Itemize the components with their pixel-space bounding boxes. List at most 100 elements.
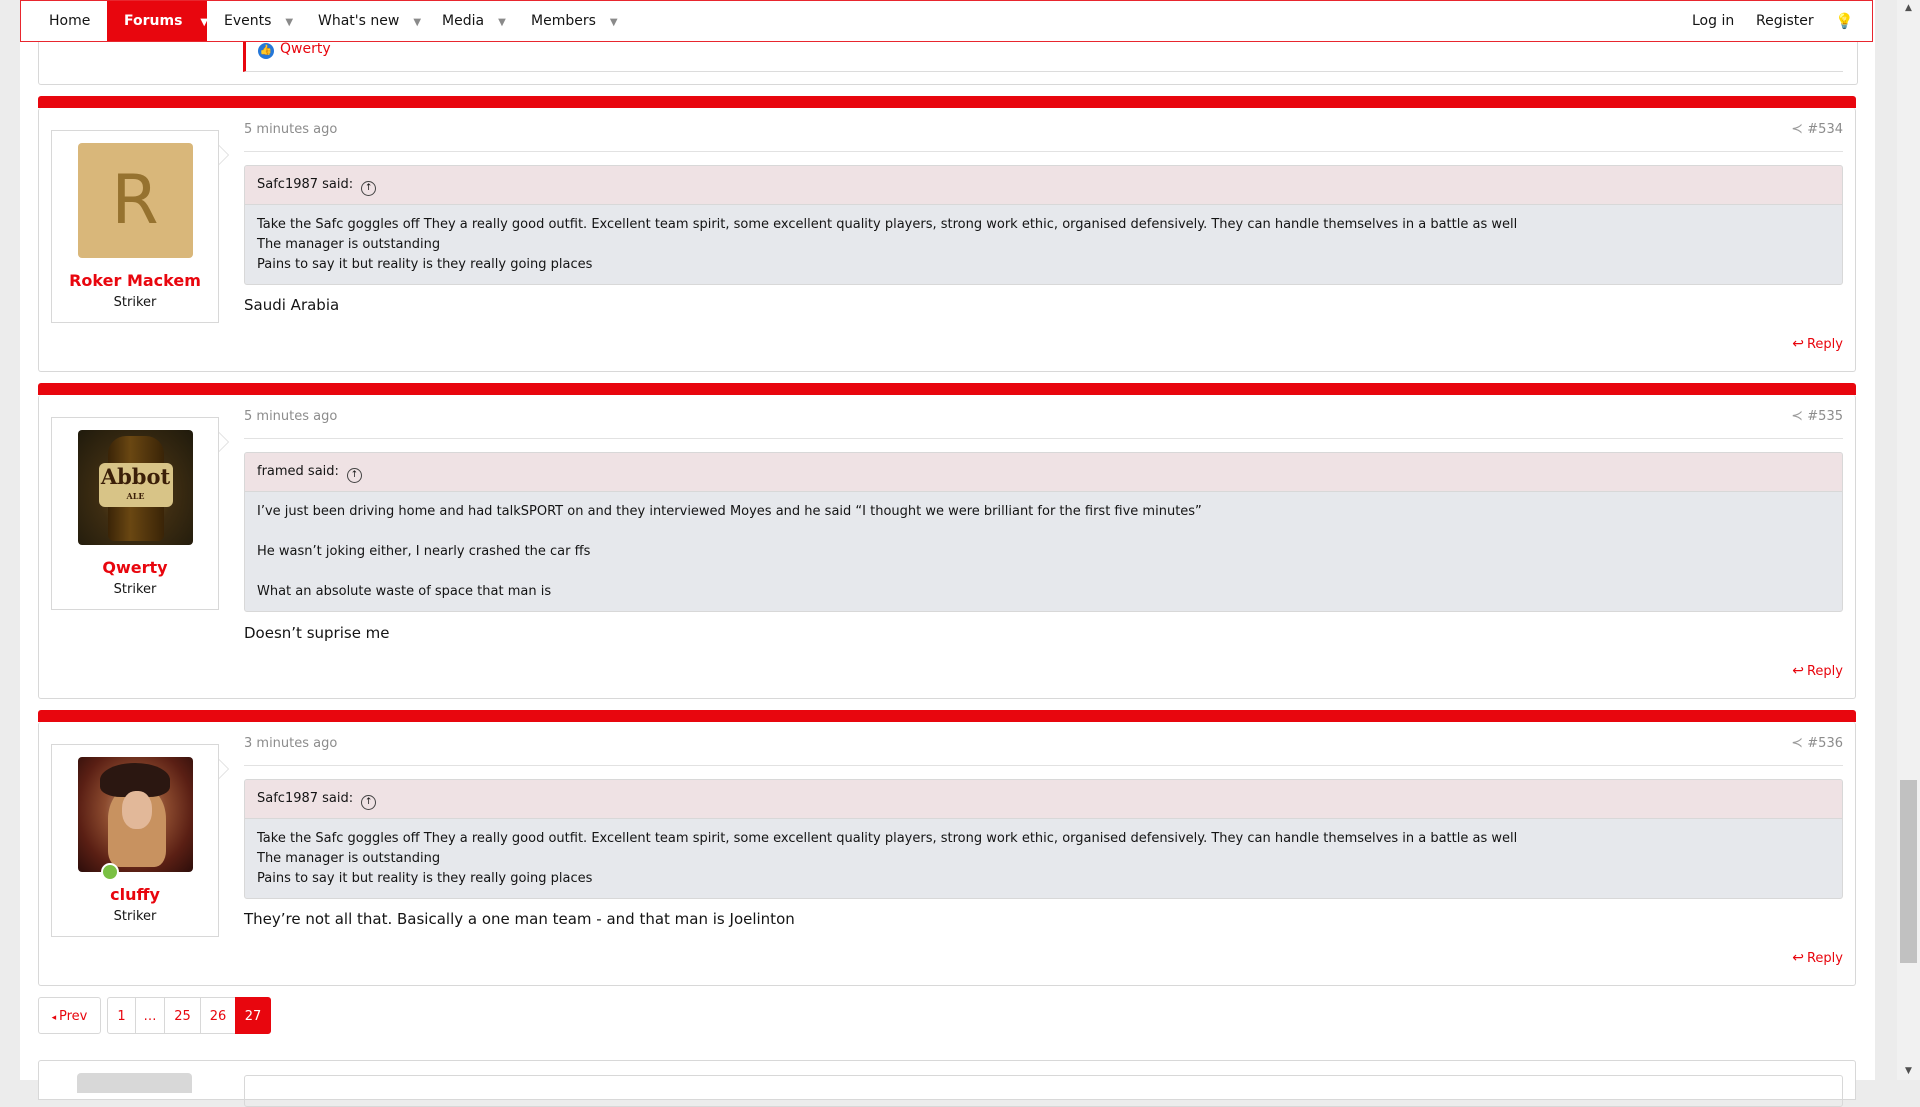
prev-page-button[interactable]: ◂ Prev — [38, 997, 101, 1034]
vertical-scrollbar[interactable]: ▲ ▼ — [1897, 0, 1920, 1080]
quote-line: The manager is outstanding — [257, 237, 441, 252]
page-link[interactable]: 25 — [164, 997, 201, 1034]
quote-header[interactable]: Safc1987 said: ↑ — [245, 166, 1842, 205]
arrow-up-circle-icon[interactable]: ↑ — [361, 181, 377, 196]
post-date[interactable]: 5 minutes ago — [244, 409, 337, 424]
nav-whats-new-label[interactable]: What's new — [318, 13, 399, 29]
reply-icon[interactable]: ↩ — [1792, 950, 1804, 966]
quote-line: Take the Safc goggles off They a really … — [257, 217, 1518, 232]
divider — [244, 765, 1843, 766]
register-link[interactable]: Register — [1756, 1, 1814, 41]
nav-whats-new[interactable]: What's new ▼ — [318, 1, 421, 41]
arrow-up-circle-icon[interactable]: ↑ — [361, 795, 377, 810]
quote-block: Safc1987 said: ↑ Take the Safc goggles of… — [244, 779, 1843, 899]
avatar[interactable]: R — [77, 143, 193, 258]
post-accent-bar — [38, 383, 1856, 395]
quote-block: Safc1987 said: ↑ Take the Safc goggles of… — [244, 165, 1843, 285]
post-body: They’re not all that. Basically a one ma… — [244, 910, 795, 928]
quote-header[interactable]: framed said: ↑ — [245, 453, 1842, 492]
bottle-label-subtext: ALE — [126, 491, 145, 501]
quote-body: Take the Safc goggles off They a really … — [245, 819, 1842, 898]
post: cluffy Striker 3 minutes ago ≺ #536 Safc… — [38, 710, 1856, 986]
post-number[interactable]: #535 — [1807, 409, 1843, 424]
nav-members[interactable]: Members ▼ — [531, 1, 618, 41]
user-info: Abbot ALE Qwerty Striker — [51, 417, 229, 610]
nav-media[interactable]: Media ▼ — [442, 1, 506, 41]
divider — [244, 438, 1843, 439]
post-date[interactable]: 5 minutes ago — [244, 122, 337, 137]
avatar — [77, 1073, 192, 1093]
chevron-down-icon[interactable]: ▼ — [413, 17, 421, 28]
post-accent-bar — [38, 710, 1856, 722]
bottle-label: Abbot ALE — [98, 463, 173, 507]
nav-members-label[interactable]: Members — [531, 13, 596, 29]
quote-line: Take the Safc goggles off They a really … — [257, 831, 1518, 846]
reaction-user-link[interactable]: Qwerty — [280, 41, 331, 57]
chevron-down-icon[interactable]: ▼ — [200, 17, 208, 28]
bottle-label-text: Abbot — [100, 464, 171, 489]
nav-forums-label[interactable]: Forums — [124, 13, 182, 29]
user-title: Striker — [113, 909, 157, 924]
quote-header[interactable]: Safc1987 said: ↑ — [245, 780, 1842, 819]
reply-button[interactable]: ↩ Reply — [1792, 663, 1843, 679]
online-status-icon — [101, 863, 119, 881]
current-page[interactable]: 27 — [235, 997, 271, 1034]
share-icon[interactable]: ≺ — [1791, 408, 1803, 424]
chevron-down-icon[interactable]: ▼ — [498, 17, 506, 28]
reply-button[interactable]: ↩ Reply — [1792, 950, 1843, 966]
quote-line: Pains to say it but reality is they real… — [257, 871, 593, 886]
prev-page-label[interactable]: Prev — [59, 1009, 87, 1024]
scroll-up-arrow-icon[interactable]: ▲ — [1897, 0, 1920, 17]
like-icon: 👍 — [258, 43, 274, 59]
username[interactable]: Roker Mackem — [52, 271, 218, 290]
user-title: Striker — [113, 582, 157, 597]
quote-line: He wasn’t joking either, I nearly crashe… — [257, 544, 591, 559]
username[interactable]: cluffy — [52, 885, 218, 904]
avatar[interactable] — [77, 757, 193, 872]
login-link[interactable]: Log in — [1692, 1, 1734, 41]
next-post-partial — [38, 1060, 1856, 1107]
chevron-down-icon[interactable]: ▼ — [610, 17, 618, 28]
post: R Roker Mackem Striker 5 minutes ago ≺ #… — [38, 96, 1856, 372]
quote-line: The manager is outstanding — [257, 851, 441, 866]
reply-icon[interactable]: ↩ — [1792, 663, 1804, 679]
post: Abbot ALE Qwerty Striker 5 minutes ago ≺ … — [38, 383, 1856, 699]
arrow-up-circle-icon[interactable]: ↑ — [346, 468, 362, 483]
lightbulb-icon[interactable]: 💡 — [1835, 1, 1854, 41]
reply-label[interactable]: Reply — [1807, 337, 1843, 352]
quote-author[interactable]: framed said: — [257, 464, 339, 479]
quote-body: Take the Safc goggles off They a really … — [245, 205, 1842, 284]
page-link[interactable]: 26 — [200, 997, 236, 1034]
page-jump-button[interactable]: … — [135, 997, 165, 1034]
user-info: R Roker Mackem Striker — [51, 130, 229, 323]
avatar[interactable]: Abbot ALE — [77, 430, 193, 545]
share-icon[interactable]: ≺ — [1791, 735, 1803, 751]
nav-home[interactable]: Home — [49, 1, 90, 41]
scrollbar-thumb[interactable] — [1900, 780, 1917, 963]
quote-author[interactable]: Safc1987 said: — [257, 791, 353, 806]
reply-icon[interactable]: ↩ — [1792, 336, 1804, 352]
user-info: cluffy Striker — [51, 744, 229, 937]
page-link[interactable]: 1 — [107, 997, 136, 1034]
reply-label[interactable]: Reply — [1807, 664, 1843, 679]
post-date[interactable]: 3 minutes ago — [244, 736, 337, 751]
quote-line: What an absolute waste of space that man… — [257, 584, 552, 599]
quote-line: Pains to say it but reality is they real… — [257, 257, 593, 272]
quote-block: framed said: ↑ I’ve just been driving hom… — [244, 452, 1843, 612]
reply-button[interactable]: ↩ Reply — [1792, 336, 1843, 352]
chevron-left-icon[interactable]: ◂ — [52, 1013, 59, 1023]
username[interactable]: Qwerty — [52, 558, 218, 577]
chevron-down-icon[interactable]: ▼ — [285, 17, 293, 28]
nav-events[interactable]: Events ▼ — [224, 1, 293, 41]
post-number[interactable]: #534 — [1807, 122, 1843, 137]
nav-media-label[interactable]: Media — [442, 13, 484, 29]
reactions-bar: 👍 Qwerty — [243, 38, 1843, 72]
post-number[interactable]: #536 — [1807, 736, 1843, 751]
reply-label[interactable]: Reply — [1807, 951, 1843, 966]
nav-events-label[interactable]: Events — [224, 13, 271, 29]
nav-forums[interactable]: Forums ▼ — [107, 1, 208, 41]
share-icon[interactable]: ≺ — [1791, 121, 1803, 137]
divider — [244, 151, 1843, 152]
quote-author[interactable]: Safc1987 said: — [257, 177, 353, 192]
scroll-down-arrow-icon[interactable]: ▼ — [1897, 1063, 1920, 1080]
